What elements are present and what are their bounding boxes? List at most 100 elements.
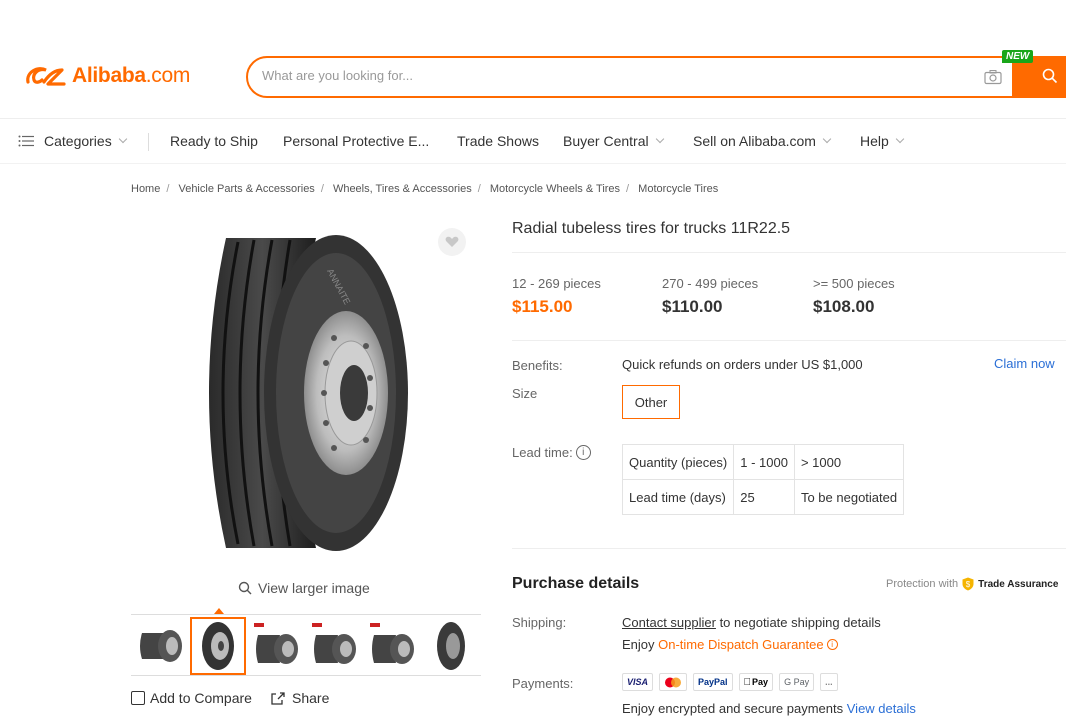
add-to-compare-label: Add to Compare (150, 690, 252, 706)
thumbnail-tire-image (370, 623, 414, 664)
info-icon[interactable]: i (826, 639, 838, 650)
more-payments-icon[interactable]: ... (820, 673, 838, 691)
view-details-link[interactable]: View details (847, 701, 916, 716)
thumbnail-tire-image (254, 623, 298, 664)
price-tier-1: 12 - 269 pieces $115.00 (512, 276, 601, 317)
price-tier-range: 270 - 499 pieces (662, 276, 759, 291)
breadcrumb-motorcycle-tires[interactable]: Motorcycle Tires (638, 183, 718, 195)
benefits-label: Benefits: (512, 358, 563, 373)
size-option-other[interactable]: Other (622, 385, 680, 419)
camera-icon[interactable] (984, 69, 1002, 85)
nav-ready-to-ship[interactable]: Ready to Ship (170, 133, 258, 149)
table-cell: To be negotiated (793, 479, 905, 515)
chevron-down-icon (822, 134, 832, 144)
thumbnail-6[interactable] (423, 617, 479, 675)
trade-assurance-badge[interactable]: Protection with $ Trade Assurance (886, 577, 1058, 591)
thumbnail-1[interactable] (133, 617, 189, 675)
thumbnail-tire-image (140, 630, 182, 662)
chevron-down-icon (655, 134, 664, 144)
secure-note-text: Enjoy encrypted and secure payments (622, 701, 847, 716)
price-tier-3: >= 500 pieces $108.00 (813, 276, 895, 317)
divider (512, 340, 1066, 341)
thumbnail-3[interactable] (249, 617, 305, 675)
thumbnail-4[interactable] (307, 617, 363, 675)
lead-time-table: Quantity (pieces) 1 - 1000 > 1000 Lead t… (621, 444, 905, 515)
benefits-value: Quick refunds on orders under US $1,000 (622, 357, 863, 372)
table-cell: Quantity (pieces) (621, 444, 735, 480)
nav-help-label: Help (860, 133, 889, 149)
new-badge: NEW (1002, 50, 1034, 63)
shield-icon: $ (962, 577, 974, 591)
protection-prefix: Protection with (886, 578, 959, 590)
nav-buyer-central[interactable]: Buyer Central (563, 133, 664, 149)
alibaba-logo-icon (26, 67, 66, 86)
thumbnail-2[interactable] (190, 617, 246, 675)
table-cell: 1 - 1000 (733, 444, 795, 480)
breadcrumb-home[interactable]: Home (131, 183, 160, 195)
nav-buyer-central-label: Buyer Central (563, 133, 649, 149)
price-tier-price: $110.00 (662, 297, 723, 316)
thumbnail-tire-image (312, 623, 356, 664)
thumbnail-5[interactable] (365, 617, 421, 675)
add-to-compare[interactable]: Add to Compare (131, 690, 252, 706)
nav-sell-on-alibaba[interactable]: Sell on Alibaba.com (693, 133, 832, 149)
table-row: Quantity (pieces) 1 - 1000 > 1000 (621, 444, 905, 480)
payment-methods: VISA PayPal Pay G Pay ... (622, 673, 844, 691)
share-label: Share (292, 690, 330, 706)
logo-text: Alibaba (72, 64, 146, 87)
search-input[interactable] (262, 68, 962, 83)
view-larger-label: View larger image (258, 580, 370, 596)
nav-categories[interactable]: Categories (18, 133, 127, 149)
search-bar (246, 56, 1066, 98)
share-icon (271, 691, 285, 705)
breadcrumb-wheels-tires[interactable]: Wheels, Tires & Accessories (333, 183, 472, 195)
thumbnail-tire-image (202, 622, 234, 670)
payments-label: Payments: (512, 676, 574, 691)
mastercard-icon (659, 673, 688, 691)
svg-text:$: $ (966, 580, 971, 589)
nav-ready-to-ship-label: Ready to Ship (170, 133, 258, 149)
alibaba-logo[interactable]: Alibaba.com (24, 62, 190, 90)
claim-now-link[interactable]: Claim now (994, 356, 1055, 371)
dispatch-guarantee-link[interactable]: On-time Dispatch Guarantee (658, 637, 823, 652)
table-cell: 25 (733, 479, 795, 515)
apple-pay-icon: Pay (738, 673, 774, 691)
product-title: Radial tubeless tires for trucks 11R22.5 (512, 220, 791, 237)
enjoy-text: Enjoy (622, 637, 659, 652)
shipping-label: Shipping: (512, 615, 567, 630)
breadcrumb-vehicle-parts[interactable]: Vehicle Parts & Accessories (178, 183, 314, 195)
compare-checkbox[interactable] (131, 691, 145, 705)
product-main-image[interactable]: ANNAITE (186, 228, 416, 558)
chevron-down-icon (895, 134, 905, 144)
nav-trade-shows[interactable]: Trade Shows (457, 133, 539, 149)
breadcrumb-motorcycle-wheels[interactable]: Motorcycle Wheels & Tires (490, 183, 620, 195)
nav-help[interactable]: Help (860, 133, 905, 149)
thumbnail-strip (131, 614, 481, 676)
search-icon (1042, 68, 1058, 84)
nav-personal-protective[interactable]: Personal Protective E... (283, 133, 429, 149)
share-button[interactable]: Share (270, 690, 329, 706)
purchase-details-title: Purchase details (512, 575, 640, 592)
contact-supplier-link[interactable]: Contact supplier (622, 615, 716, 630)
thumbnail-tire-image (437, 622, 465, 670)
dispatch-guarantee-line: Enjoy On-time Dispatch Guarantee i (622, 637, 838, 652)
table-cell: Lead time (days) (621, 479, 735, 515)
shipping-rest: to negotiate shipping details (715, 615, 881, 630)
menu-icon (18, 135, 34, 147)
shipping-line: Contact supplier to negotiate shipping d… (622, 615, 881, 630)
trade-assurance-text: Trade Assurance (978, 578, 1059, 590)
view-larger-image-link[interactable]: View larger image (238, 580, 370, 596)
magnifier-icon (238, 581, 252, 595)
price-tier-price: $115.00 (512, 297, 573, 316)
size-label: Size (512, 386, 538, 401)
nav-trade-shows-label: Trade Shows (457, 133, 539, 149)
logo-suffix: .com (145, 64, 191, 87)
apple-pay-label: Pay (744, 677, 768, 687)
paypal-icon: PayPal (693, 673, 733, 691)
lead-time-label: Lead time: i (512, 445, 591, 460)
info-icon[interactable]: i (575, 445, 591, 460)
price-tier-range: 12 - 269 pieces (512, 276, 601, 291)
price-tier-price: $108.00 (813, 297, 875, 316)
favorite-button[interactable] (438, 228, 466, 256)
divider (512, 548, 1066, 549)
